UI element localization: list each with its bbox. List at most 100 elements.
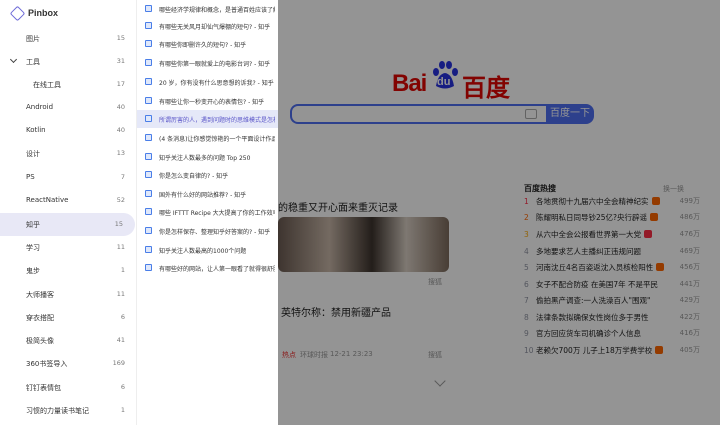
category-label: Android (26, 103, 54, 111)
bookmark-item[interactable]: 你是怎样保存、整理知乎好答案的? - 知乎 (137, 222, 278, 240)
bookmark-title: 有哪些你即删许久的短句? - 知乎 (159, 42, 247, 49)
bookmark-item[interactable]: 知乎关注人数最高的1000个问题 (137, 241, 278, 259)
bookmark-item[interactable]: 哪些经济学规律和概念，是普通百姓应该了解的？ (137, 0, 278, 18)
bookmark-favicon-icon (145, 227, 152, 234)
bookmark-favicon-icon (145, 5, 152, 12)
bookmark-item[interactable]: 哪些 IFTTT Recipe 大大提高了你的工作效率 (137, 203, 278, 221)
category-count: 15 (116, 34, 125, 42)
category-label: 穿衣搭配 (26, 314, 54, 322)
brand: Pinbox (9, 5, 59, 21)
category-count: 41 (116, 336, 125, 344)
bookmark-favicon-icon (145, 59, 152, 66)
category-count: 169 (112, 359, 125, 367)
sidebar-category[interactable]: 工具 31 (0, 50, 137, 73)
bookmark-item[interactable]: 所谓厉害的人，遇到问题时的思维模式是怎样的？ (137, 110, 278, 128)
sidebar-category[interactable]: PS 7 (0, 166, 137, 189)
sidebar-category[interactable]: 大师播客 11 (0, 283, 137, 306)
pinbox-sidebar: Pinbox 图片 15 工具 31 在线工具 17 Android 40 Kotlin 40 设计… (0, 0, 137, 425)
category-label: 钉钉表情包 (26, 384, 61, 392)
sidebar-category[interactable]: 钉钉表情包 6 (0, 376, 137, 399)
bookmark-title: (4 条消息)让你感觉惊艳的一个平面设计作品 (159, 136, 275, 143)
category-count: 11 (116, 243, 125, 251)
category-count: 31 (116, 57, 125, 65)
category-label: 工具 (26, 58, 40, 66)
bookmark-item[interactable]: 20 岁，你有没有什么思意想的诉我? - 知乎 (137, 73, 278, 91)
bookmark-title: 20 岁，你有没有什么思意想的诉我? - 知乎 (159, 80, 274, 87)
bookmark-item[interactable]: 你是怎么变自律的? - 知乎 (137, 166, 278, 184)
category-label: 知乎 (26, 221, 40, 229)
bookmark-title: 哪些 IFTTT Recipe 大大提高了你的工作效率 (159, 210, 275, 217)
bookmark-favicon-icon (145, 97, 152, 104)
bookmark-favicon-icon (145, 22, 152, 29)
sidebar-category[interactable]: 极简头像 41 (0, 329, 137, 352)
bookmark-title: 你是怎么变自律的? - 知乎 (159, 173, 229, 180)
bookmark-list: 哪些经济学规律和概念，是普通百姓应该了解的？ 有哪些无关风月却仙气爆棚的短句? -… (137, 0, 278, 425)
category-label: 极简头像 (26, 337, 54, 345)
app-name: Pinbox (28, 8, 59, 18)
sidebar-category[interactable]: 图片 15 (0, 27, 137, 50)
bookmark-item[interactable]: 有哪些你第一眼就爱上的电影台词? - 知乎 (137, 54, 278, 72)
category-count: 6 (120, 313, 125, 321)
sidebar-category[interactable]: Kotlin 40 (0, 119, 137, 142)
category-count: 1 (120, 406, 125, 414)
bookmark-item[interactable]: 有哪些好的网站，让人第一眼看了就得很舒服 (137, 259, 278, 277)
bookmark-item[interactable]: 国外有什么好的网站推荐? - 知乎 (137, 185, 278, 203)
category-count: 1 (120, 266, 125, 274)
category-label: 习惯的力量读书笔记 (26, 407, 89, 415)
bookmark-favicon-icon (145, 208, 152, 215)
bookmark-title: 知乎关注人数最多的问题 Top 250 (159, 155, 251, 162)
sidebar-category[interactable]: 鬼步 1 (0, 259, 137, 282)
sidebar-category[interactable]: ReactNative 52 (0, 189, 137, 212)
category-count: 6 (120, 383, 125, 391)
category-label: 设计 (26, 150, 40, 158)
category-count: 17 (116, 80, 125, 88)
sidebar-category[interactable]: 设计 13 (0, 142, 137, 165)
category-label: ReactNative (26, 196, 69, 204)
bookmark-favicon-icon (145, 115, 152, 122)
bookmark-item[interactable]: 有哪些无关风月却仙气爆棚的短句? - 知乎 (137, 17, 278, 35)
bookmark-favicon-icon (145, 246, 152, 253)
bookmark-favicon-icon (145, 78, 152, 85)
category-count: 40 (116, 126, 125, 134)
category-count: 52 (116, 196, 125, 204)
bookmark-title: 有哪些让你一秒变开心的表情包? - 知乎 (159, 99, 265, 106)
bookmark-title: 知乎关注人数最高的1000个问题 (159, 248, 247, 255)
bookmark-favicon-icon (145, 40, 152, 47)
bookmark-title: 有哪些你第一眼就爱上的电影台词? - 知乎 (159, 61, 271, 68)
sidebar-category[interactable]: 习惯的力量读书笔记 1 (0, 399, 137, 422)
sidebar-category[interactable]: 360书签导入 169 (0, 352, 137, 375)
bookmark-item[interactable]: (4 条消息)让你感觉惊艳的一个平面设计作品 (137, 129, 278, 147)
category-count: 7 (120, 173, 125, 181)
sidebar-category[interactable]: 穿衣搭配 6 (0, 306, 137, 329)
category-label: 图片 (26, 35, 40, 43)
bookmark-title: 国外有什么好的网站推荐? - 知乎 (159, 192, 247, 199)
category-label: 大师播客 (26, 291, 54, 299)
category-count: 13 (116, 149, 125, 157)
bookmark-item[interactable]: 知乎关注人数最多的问题 Top 250 (137, 148, 278, 166)
category-label: 360书签导入 (26, 360, 68, 368)
pinbox-logo-icon (9, 5, 26, 21)
category-count: 15 (114, 220, 123, 228)
sidebar-category[interactable]: 在线工具 17 (0, 73, 137, 96)
sidebar-category[interactable]: Android 40 (0, 96, 137, 119)
bookmark-title: 哪些经济学规律和概念，是普通百姓应该了解的？ (159, 7, 275, 14)
bookmark-title: 有哪些无关风月却仙气爆棚的短句? - 知乎 (159, 24, 271, 31)
bookmark-title: 所谓厉害的人，遇到问题时的思维模式是怎样的？ (159, 117, 275, 124)
bookmark-favicon-icon (145, 153, 152, 160)
category-label: Kotlin (26, 126, 46, 134)
category-label: 在线工具 (33, 81, 61, 89)
category-label: 学习 (26, 244, 40, 252)
sidebar-category[interactable]: 知乎 15 (0, 213, 135, 236)
bookmark-favicon-icon (145, 264, 152, 271)
category-count: 40 (116, 103, 125, 111)
bookmark-favicon-icon (145, 190, 152, 197)
bookmark-title: 有哪些好的网站，让人第一眼看了就得很舒服 (159, 266, 275, 273)
sidebar-category[interactable]: 学习 11 (0, 236, 137, 259)
bookmark-item[interactable]: 有哪些让你一秒变开心的表情包? - 知乎 (137, 92, 278, 110)
bookmark-favicon-icon (145, 171, 152, 178)
chevron-down-icon[interactable] (9, 55, 18, 64)
category-count: 11 (116, 290, 125, 298)
bookmark-item[interactable]: 有哪些你即删许久的短句? - 知乎 (137, 35, 278, 53)
category-label: 鬼步 (26, 267, 40, 275)
bookmark-favicon-icon (145, 134, 152, 141)
